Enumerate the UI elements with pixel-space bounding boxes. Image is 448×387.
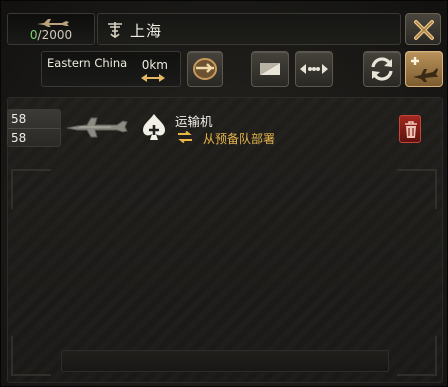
count-max: 2000: [41, 28, 73, 42]
add-plane-icon: [411, 57, 438, 82]
decorative-corner: [397, 169, 437, 209]
state-name: Eastern China: [47, 56, 128, 70]
list-item[interactable]: 58 58 运输机 从预备队部署: [7, 109, 423, 149]
plane-icon: [37, 19, 69, 27]
deploy-status-text: 从预备队部署: [203, 132, 276, 146]
transport-plane-icon: [66, 117, 128, 138]
distance-value: 0km: [141, 58, 168, 72]
close-button[interactable]: [405, 13, 441, 45]
count-current: 0: [29, 28, 38, 42]
merge-icon: [300, 64, 328, 74]
cycle-button[interactable]: [363, 51, 401, 87]
add-air-wing-button[interactable]: [405, 51, 443, 87]
toggle-button[interactable]: [251, 51, 289, 87]
air-wing-count-text: 0/2000: [8, 28, 94, 42]
cycle-icon: [371, 57, 393, 81]
header-row: 0/2000 上海: [5, 5, 445, 45]
region-name-box: 上海: [97, 13, 401, 45]
merge-button[interactable]: [295, 51, 333, 87]
divider: [8, 128, 60, 129]
strength-max: 58: [11, 131, 27, 145]
delete-button[interactable]: [399, 115, 421, 143]
decorative-plate: [61, 350, 389, 372]
decorative-corner: [11, 336, 51, 376]
decorative-corner: [397, 336, 437, 376]
swap-icon: [178, 131, 192, 143]
toggle-icon: [260, 63, 280, 75]
airfield-icon: [193, 58, 217, 80]
air-wing-panel: 0/2000 上海 Eastern China 0km 58 58 运输机 从预…: [0, 0, 448, 387]
unit-name: 运输机: [175, 114, 213, 129]
airfield-button[interactable]: [187, 51, 223, 87]
double-arrow-icon: [141, 74, 165, 82]
airbase-emblem-icon: [108, 22, 122, 38]
state-info: Eastern China 0km: [41, 51, 181, 87]
close-icon: [414, 20, 434, 40]
region-name: 上海: [130, 22, 163, 40]
air-wing-count: 0/2000: [7, 13, 95, 45]
trash-icon: [405, 121, 417, 138]
strength-indicator: 58 58: [7, 109, 61, 147]
decorative-corner: [11, 169, 51, 209]
strength-current: 58: [11, 112, 27, 126]
transport-type-icon: [143, 114, 165, 140]
